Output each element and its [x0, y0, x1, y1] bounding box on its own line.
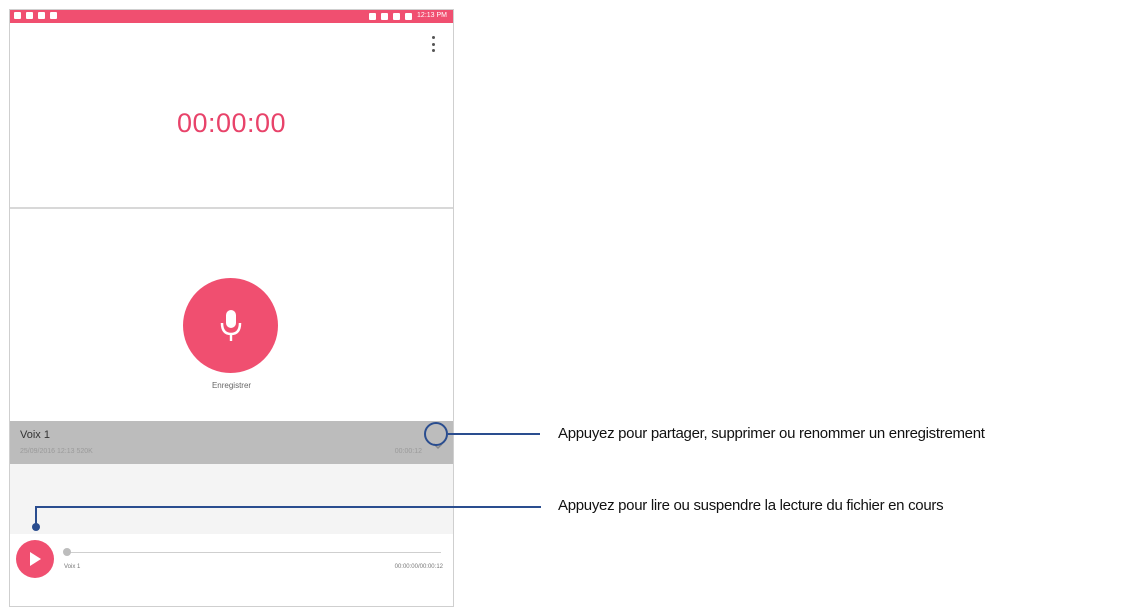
- player-track-name: Voix 1: [64, 564, 81, 570]
- recording-meta: 25/09/2016 12:13 520K: [20, 448, 93, 455]
- callout-line-play: [35, 506, 541, 508]
- player-time: 00:00:00/00:00:12: [394, 564, 443, 570]
- recording-duration: 00:00:12: [394, 448, 422, 455]
- status-bar-notifications: [14, 12, 57, 19]
- audio-player: Voix 1 00:00:00/00:00:12: [10, 534, 453, 606]
- callout-circle: [424, 422, 448, 446]
- progress-track[interactable]: [66, 552, 441, 553]
- phone-screen: 12:13 PM 00:00:00 Enregistrer Voix 1 25/…: [9, 9, 454, 607]
- notification-icon: [26, 12, 33, 19]
- play-button[interactable]: [16, 540, 54, 578]
- callout-play-text: Appuyez pour lire ou suspendre la lectur…: [558, 497, 944, 514]
- callout-line-options: [448, 433, 540, 435]
- callout-line-play-vertical: [35, 506, 37, 526]
- signal-icon: [393, 12, 401, 20]
- recordings-list-empty-area: [10, 464, 453, 534]
- notification-icon: [14, 12, 21, 19]
- status-bar: 12:13 PM: [10, 10, 453, 23]
- callout-options-text: Appuyez pour partager, supprimer ou reno…: [558, 425, 985, 442]
- record-label: Enregistrer: [211, 381, 252, 390]
- play-icon: [30, 552, 41, 566]
- battery-icon: [405, 12, 413, 20]
- status-time: 12:13 PM: [417, 12, 447, 19]
- microphone-icon: [220, 309, 241, 341]
- wifi-icon: [381, 12, 389, 20]
- progress-thumb[interactable]: [63, 548, 71, 556]
- status-bar-system: 12:13 PM: [369, 12, 447, 20]
- phone-icon: [369, 12, 377, 20]
- record-button[interactable]: [183, 278, 278, 373]
- divider: [10, 207, 453, 209]
- phone-icon: [38, 12, 45, 19]
- recording-title: Voix 1: [20, 429, 50, 441]
- recording-timer: 00:00:00: [176, 108, 287, 138]
- recording-list-item[interactable]: Voix 1 25/09/2016 12:13 520K 00:00:12: [10, 421, 453, 464]
- notification-icon: [50, 12, 57, 19]
- more-options-icon[interactable]: [431, 36, 435, 52]
